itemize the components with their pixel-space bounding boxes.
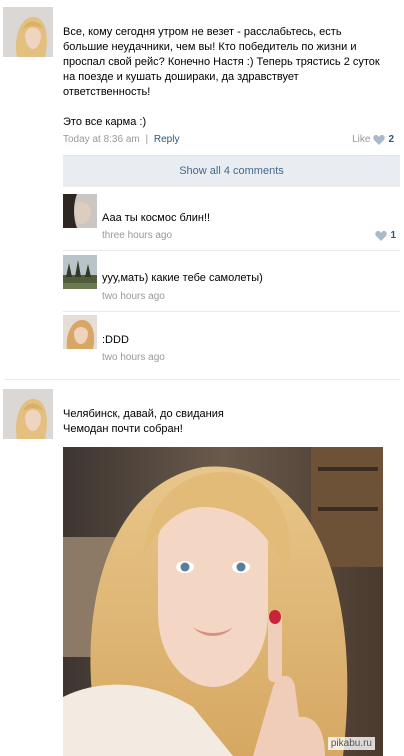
like-count: 1	[390, 230, 396, 241]
photo-image	[63, 447, 383, 756]
comment-author-avatar[interactable]	[63, 315, 97, 349]
comment-author-avatar[interactable]	[63, 255, 97, 289]
post-meta: Today at 8:36 am | Reply	[63, 134, 179, 145]
post-text-line: ответственность!	[63, 86, 151, 98]
comment-divider	[63, 250, 400, 251]
post-text-line: большие неудачники, чем вы! Кто победите…	[63, 41, 357, 53]
post-author-avatar[interactable]	[3, 7, 53, 57]
post-text: Все, кому сегодня утром не везет - рассл…	[63, 25, 393, 130]
comment-timestamp[interactable]: two hours ago	[102, 352, 165, 363]
comment-text: Ааа ты космос блин!!	[102, 212, 211, 224]
comment-divider	[63, 311, 400, 312]
heart-icon	[375, 230, 388, 241]
comment-text: :DDD	[102, 334, 129, 346]
comment-like-button[interactable]: 1	[375, 230, 396, 241]
like-button[interactable]: Like 2	[352, 134, 394, 145]
post-text-line: Это все карма :)	[63, 116, 147, 128]
post-text-line: Все, кому сегодня утром не везет - рассл…	[63, 26, 342, 38]
comment-text: ууу,мать) какие тебе самолеты)	[102, 272, 263, 284]
post-text-line: на поезде и кушать дошираки, да здравств…	[63, 71, 299, 83]
post-timestamp[interactable]: Today at 8:36 am	[63, 134, 140, 145]
post-text-line: Челябинск, давай, до свидания	[63, 408, 224, 420]
comment-timestamp[interactable]: three hours ago	[102, 230, 172, 241]
post-divider	[4, 379, 400, 380]
comment-author-avatar[interactable]	[63, 194, 97, 228]
like-count: 2	[388, 134, 394, 145]
post-text-line: Чемодан почти собран!	[63, 423, 183, 435]
reply-link[interactable]: Reply	[154, 134, 180, 145]
post-author-avatar[interactable]	[3, 389, 53, 439]
watermark: pikabu.ru	[327, 737, 375, 750]
comment-timestamp[interactable]: two hours ago	[102, 291, 165, 302]
post-text: Челябинск, давай, до свидания Чемодан по…	[63, 407, 393, 437]
post-photo[interactable]: pikabu.ru	[63, 447, 383, 756]
heart-icon	[373, 134, 386, 145]
meta-separator: |	[145, 134, 149, 145]
show-all-comments-button[interactable]: Show all 4 comments	[63, 155, 400, 187]
post-text-line: проспал свой рейс? Конечно Настя :) Тепе…	[63, 56, 380, 68]
like-label: Like	[352, 134, 371, 145]
